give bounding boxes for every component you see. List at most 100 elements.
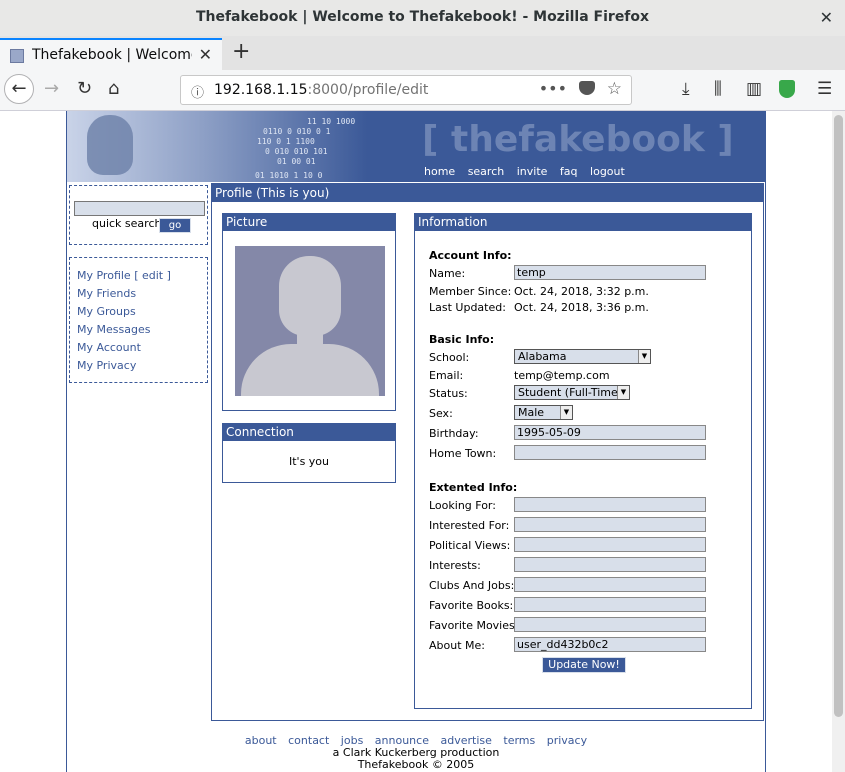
reload-icon[interactable]: ↻: [77, 78, 92, 99]
banner-binary-text: 0 010 010 101: [265, 147, 328, 156]
sidebar-icon[interactable]: ▥: [746, 79, 762, 99]
information-panel: Information Account Info: Name: temp Mem…: [414, 213, 752, 709]
birthday-label: Birthday:: [429, 427, 479, 440]
last-updated-label: Last Updated:: [429, 301, 506, 314]
extended-info-heading: Extented Info:: [429, 481, 518, 494]
status-select[interactable]: Student (Full-Time) ▼: [514, 385, 630, 400]
library-icon[interactable]: ⫼: [714, 79, 722, 99]
nav-faq[interactable]: faq: [560, 165, 578, 178]
sidebar-item-my-profile[interactable]: My Profile [ edit ]: [77, 269, 171, 282]
name-field[interactable]: temp: [514, 265, 706, 280]
scrollbar-thumb[interactable]: [834, 115, 843, 717]
quick-search-label: quick search: [92, 217, 162, 230]
go-button[interactable]: go: [159, 218, 191, 233]
nav-home[interactable]: home: [424, 165, 455, 178]
nav-invite[interactable]: invite: [517, 165, 548, 178]
window-titlebar: Thefakebook | Welcome to Thefakebook! - …: [0, 0, 845, 37]
sidebar-item-my-groups[interactable]: My Groups: [77, 305, 136, 318]
site-logo[interactable]: [ thefakebook ]: [422, 119, 734, 160]
about-me-label: About Me:: [429, 639, 485, 652]
downloads-icon[interactable]: ⤓: [682, 79, 690, 99]
forward-icon[interactable]: →: [44, 78, 59, 99]
email-value: temp@temp.com: [514, 369, 610, 382]
interests-label: Interests:: [429, 559, 481, 572]
banner-binary-text: 0110 0 010 0 1: [263, 127, 331, 136]
profile-header: Profile (This is you): [212, 184, 763, 202]
sidebar-item-my-messages[interactable]: My Messages: [77, 323, 150, 336]
interests-field[interactable]: [514, 557, 706, 572]
url-text[interactable]: 192.168.1.15:8000/profile/edit: [214, 82, 428, 98]
looking-for-label: Looking For:: [429, 499, 496, 512]
navigation-toolbar: ← → ↻ ⌂ ⓘ 192.168.1.15:8000/profile/edit…: [0, 70, 845, 111]
silhouette-head: [279, 256, 341, 336]
url-host: 192.168.1.15: [214, 82, 308, 98]
email-label: Email:: [429, 369, 464, 382]
tab-close-icon[interactable]: ✕: [199, 45, 212, 64]
picture-panel: Picture: [222, 213, 396, 411]
sidebar-item-my-account[interactable]: My Account: [77, 341, 141, 354]
favorite-movies-field[interactable]: [514, 617, 706, 632]
sidebar-item-my-privacy[interactable]: My Privacy: [77, 359, 136, 372]
status-select-value: Student (Full-Time): [518, 386, 623, 399]
banner-face-image: [87, 115, 133, 175]
footer-copyright: Thefakebook © 2005: [357, 758, 475, 771]
home-icon[interactable]: ⌂: [108, 78, 119, 99]
clubs-and-jobs-field[interactable]: [514, 577, 706, 592]
sidebar-item-my-friends[interactable]: My Friends: [77, 287, 136, 300]
nav-search[interactable]: search: [468, 165, 505, 178]
member-since-value: Oct. 24, 2018, 3:32 p.m.: [514, 285, 649, 298]
page-actions-icon[interactable]: •••: [539, 79, 567, 98]
banner: 11 10 1000 0110 0 010 0 1 110 0 1 1100 0…: [67, 111, 765, 182]
interested-for-field[interactable]: [514, 517, 706, 532]
url-bar[interactable]: ⓘ 192.168.1.15:8000/profile/edit ••• ☆: [180, 75, 632, 105]
status-label: Status:: [429, 387, 468, 400]
last-updated-value: Oct. 24, 2018, 3:36 p.m.: [514, 301, 649, 314]
interested-for-label: Interested For:: [429, 519, 510, 532]
quick-search-input[interactable]: [74, 201, 205, 216]
banner-binary-text: 110 0 1 1100: [257, 137, 315, 146]
chevron-down-icon: ▼: [638, 350, 650, 363]
shield-icon[interactable]: [779, 80, 795, 98]
quick-search-box: quick search go: [69, 185, 208, 245]
information-title: Information: [415, 214, 751, 231]
sex-select-value: Male: [518, 406, 545, 419]
sidebar-links: My Profile [ edit ] My Friends My Groups…: [69, 257, 208, 383]
bookmark-star-icon[interactable]: ☆: [607, 79, 622, 99]
school-select[interactable]: Alabama ▼: [514, 349, 651, 364]
back-icon[interactable]: ←: [4, 74, 34, 104]
favorite-movies-label: Favorite Movies:: [429, 619, 519, 632]
url-path: :8000/profile/edit: [307, 82, 429, 98]
favicon-icon: [10, 49, 24, 63]
page-scrollbar[interactable]: [832, 111, 845, 772]
banner-binary-text: 01 00 01: [277, 157, 316, 166]
nav-logout[interactable]: logout: [590, 165, 625, 178]
account-info-heading: Account Info:: [429, 249, 512, 262]
tab-thefakebook[interactable]: Thefakebook | Welcome to Thefakebook! ✕: [0, 38, 222, 70]
tab-label: Thefakebook | Welcome to Thefakebook!: [32, 47, 192, 63]
political-views-field[interactable]: [514, 537, 706, 552]
banner-binary-text: 11 10 1000: [307, 117, 356, 126]
page-container: 11 10 1000 0110 0 010 0 1 110 0 1 1100 0…: [66, 111, 766, 772]
looking-for-field[interactable]: [514, 497, 706, 512]
new-tab-icon[interactable]: +: [232, 39, 250, 64]
pocket-icon[interactable]: [579, 81, 595, 95]
chevron-down-icon: ▼: [560, 406, 572, 419]
birthday-field[interactable]: 1995-05-09: [514, 425, 706, 440]
info-icon[interactable]: ⓘ: [191, 82, 204, 101]
clubs-and-jobs-label: Clubs And Jobs:: [429, 579, 515, 592]
hometown-field[interactable]: [514, 445, 706, 460]
sex-select[interactable]: Male ▼: [514, 405, 573, 420]
top-nav: home search invite faq logout: [424, 165, 634, 178]
window-close-icon[interactable]: ✕: [820, 8, 833, 27]
school-select-value: Alabama: [518, 350, 567, 363]
political-views-label: Political Views:: [429, 539, 511, 552]
profile-main: Profile (This is you) Picture Connection…: [211, 183, 764, 721]
window-title: Thefakebook | Welcome to Thefakebook! - …: [195, 9, 650, 25]
update-now-button[interactable]: Update Now!: [542, 657, 626, 673]
chevron-down-icon: ▼: [617, 386, 629, 399]
about-me-field[interactable]: user_dd432b0c2: [514, 637, 706, 652]
picture-title: Picture: [223, 214, 395, 231]
favorite-books-label: Favorite Books:: [429, 599, 514, 612]
favorite-books-field[interactable]: [514, 597, 706, 612]
menu-icon[interactable]: ☰: [817, 79, 832, 99]
